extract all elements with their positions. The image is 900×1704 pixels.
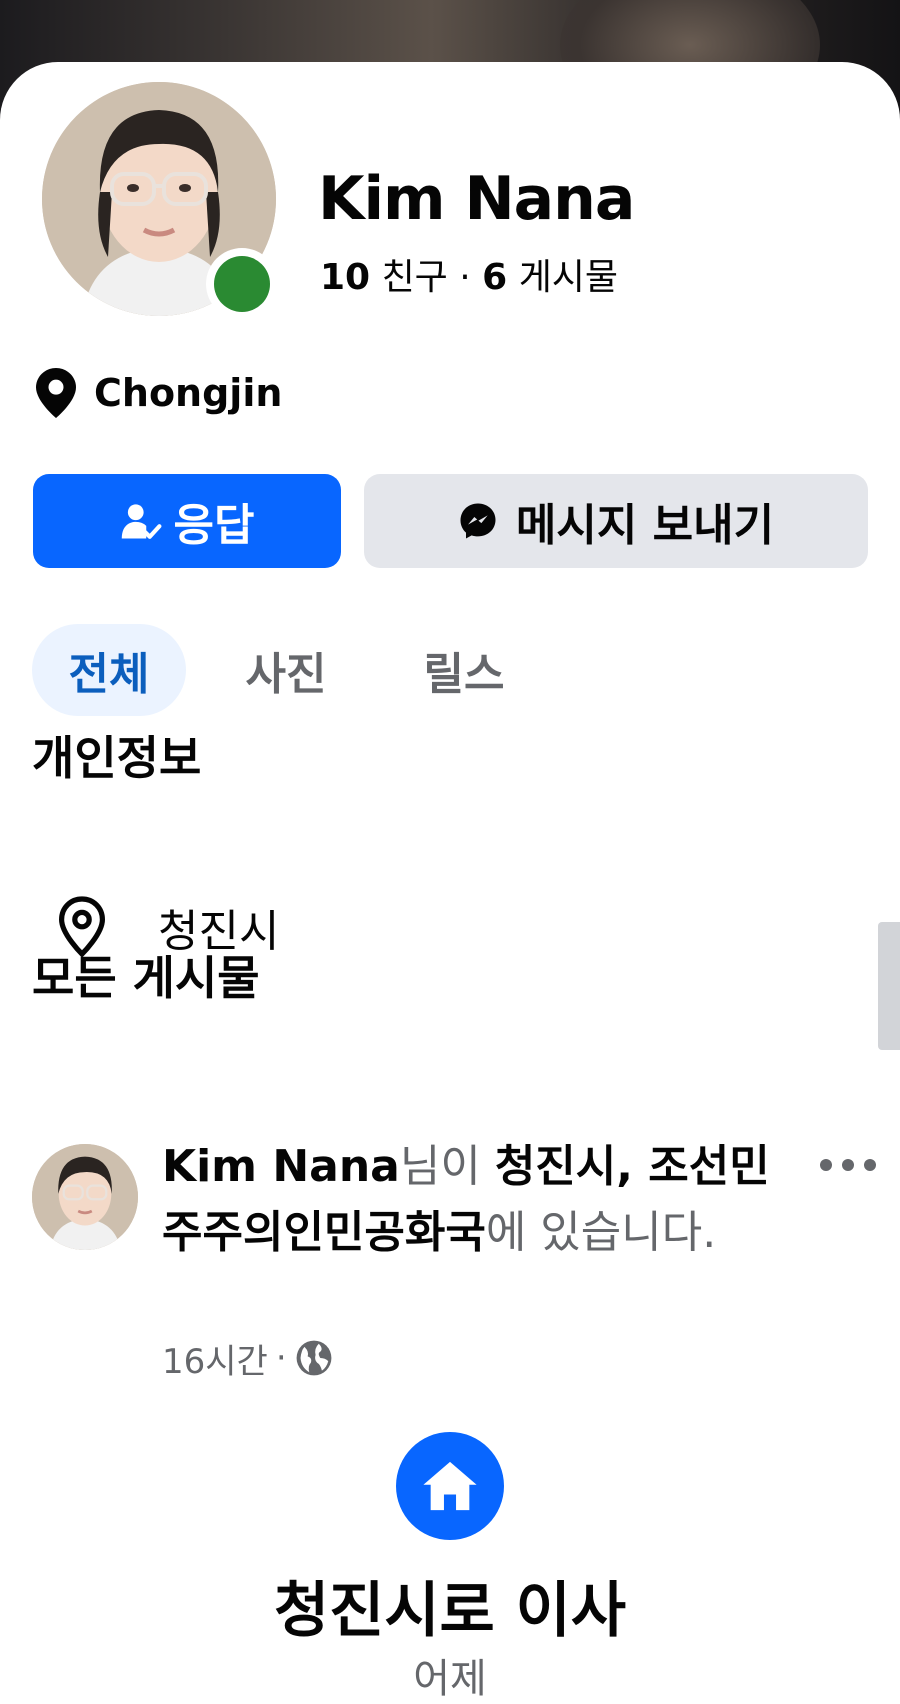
post-meta-separator: · bbox=[275, 1338, 287, 1378]
send-message-button[interactable]: 메시지 보내기 bbox=[364, 474, 868, 568]
profile-name: Kim Nana bbox=[318, 164, 635, 234]
post-time[interactable]: 16시간 bbox=[162, 1334, 268, 1383]
messenger-icon bbox=[460, 503, 496, 539]
post-meta: 16시간 · bbox=[162, 1334, 333, 1382]
friends-label[interactable]: 친구 bbox=[382, 257, 448, 298]
friends-count[interactable]: 10 bbox=[320, 257, 370, 298]
posts-label: 게시물 bbox=[518, 257, 619, 298]
life-event-home-badge bbox=[396, 1432, 504, 1540]
stats-separator: · bbox=[459, 257, 471, 298]
respond-button[interactable]: 응답 bbox=[33, 474, 341, 568]
home-icon bbox=[423, 1461, 477, 1511]
friend-respond-icon bbox=[121, 504, 161, 539]
location-pin-icon bbox=[36, 368, 76, 418]
post-text: Kim Nana님이 청진시, 조선민주주의인민공화국에 있습니다. bbox=[162, 1134, 772, 1266]
tab-reels[interactable]: 릴스 bbox=[404, 624, 524, 716]
page-scrollbar[interactable] bbox=[878, 922, 900, 1050]
online-status-indicator bbox=[206, 248, 278, 320]
post-suffix: 에 있습니다. bbox=[485, 1207, 717, 1258]
post-more-options-icon[interactable] bbox=[820, 1150, 876, 1180]
profile-stats: 10 친구 · 6 게시물 bbox=[320, 248, 618, 300]
send-message-label: 메시지 보내기 bbox=[515, 500, 775, 551]
profile-card: Kim Nana 10 친구 · 6 게시물 Chongjin 응답 메시지 보… bbox=[0, 62, 900, 1702]
tab-photos[interactable]: 사진 bbox=[226, 624, 346, 716]
posts-count: 6 bbox=[482, 257, 508, 298]
about-heading: 개인정보 bbox=[32, 731, 202, 785]
globe-icon bbox=[296, 1340, 332, 1376]
location-text: Chongjin bbox=[94, 371, 283, 415]
profile-location: Chongjin bbox=[36, 368, 282, 418]
life-event-title: 청진시로 이사 bbox=[273, 1576, 627, 1646]
tab-all[interactable]: 전체 bbox=[32, 624, 186, 716]
post-author-avatar[interactable] bbox=[32, 1144, 138, 1250]
post-author-name[interactable]: Kim Nana bbox=[162, 1141, 400, 1192]
life-event-date: 어제 bbox=[413, 1656, 487, 1702]
post-author-photo bbox=[32, 1144, 138, 1250]
respond-label: 응답 bbox=[173, 500, 255, 551]
all-posts-heading: 모든 게시물 bbox=[32, 951, 260, 1005]
post-connector: 님이 bbox=[399, 1141, 495, 1192]
